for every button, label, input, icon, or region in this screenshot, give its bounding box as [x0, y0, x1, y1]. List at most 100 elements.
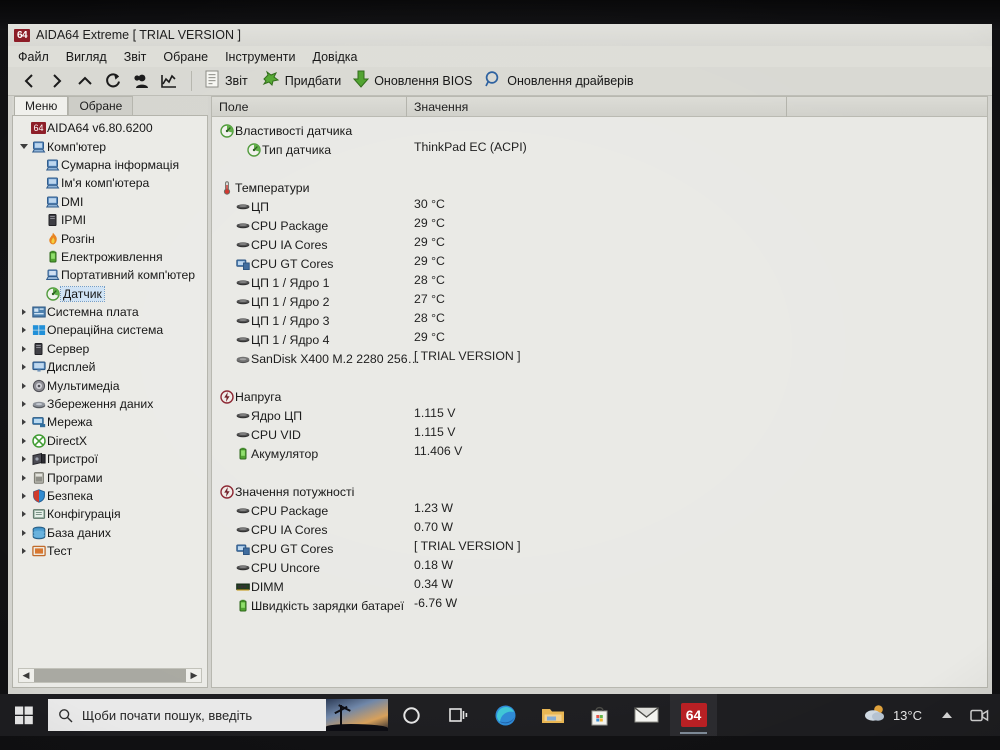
- sensor-row[interactable]: Тип датчика ThinkPad EC (ACPI): [212, 140, 987, 159]
- tree-expander[interactable]: [17, 548, 30, 555]
- up-arrow-icon[interactable]: [72, 69, 98, 94]
- tree-collapser[interactable]: [17, 144, 30, 150]
- tree-expander[interactable]: [17, 419, 30, 426]
- bios-update-button[interactable]: Оновлення BIOS: [350, 69, 479, 94]
- sensor-row[interactable]: ЦП 30 °C: [212, 197, 987, 216]
- sensor-row[interactable]: SanDisk X400 M.2 2280 256…[ TRIAL VERSIO…: [212, 349, 987, 368]
- tree-item-15[interactable]: Мережа: [13, 413, 207, 431]
- edge-browser-icon[interactable]: [482, 694, 529, 736]
- search-input[interactable]: Щоби почати пошук, введіть: [48, 699, 388, 731]
- sensor-list-body[interactable]: Властивості датчика Тип датчика ThinkPad E…: [212, 117, 987, 687]
- menu-tools[interactable]: Інструменти: [225, 50, 295, 64]
- driver-update-button[interactable]: Оновлення драйверів: [481, 69, 640, 94]
- tree-expander[interactable]: [17, 511, 30, 518]
- tree-item-6[interactable]: Електроживлення: [13, 248, 207, 266]
- tab-menu[interactable]: Меню: [14, 96, 69, 115]
- sensor-row[interactable]: DIMM 0.34 W: [212, 577, 987, 596]
- file-explorer-icon[interactable]: [529, 694, 576, 736]
- sensor-row[interactable]: CPU Uncore 0.18 W: [212, 558, 987, 577]
- sensor-row[interactable]: CPU GT Cores 29 °C: [212, 254, 987, 273]
- tree-item-3[interactable]: DMI: [13, 193, 207, 211]
- refresh-icon[interactable]: [100, 69, 126, 94]
- tree-horizontal-scrollbar[interactable]: ◀ ▶: [18, 668, 202, 683]
- mail-icon[interactable]: [623, 694, 670, 736]
- tree-item-13[interactable]: Мультимедіа: [13, 376, 207, 394]
- menu-favorites[interactable]: Обране: [163, 50, 208, 64]
- report-button[interactable]: Звіт: [201, 69, 255, 94]
- sensor-row[interactable]: CPU VID 1.115 V: [212, 425, 987, 444]
- tree-expander[interactable]: [17, 474, 30, 481]
- cortana-circle-icon[interactable]: [388, 694, 435, 736]
- tab-favorites[interactable]: Обране: [68, 96, 134, 115]
- sensor-row[interactable]: CPU GT Cores [ TRIAL VERSION ]: [212, 539, 987, 558]
- tree-item-12[interactable]: Дисплей: [13, 358, 207, 376]
- tree-item-19[interactable]: Безпека: [13, 487, 207, 505]
- sensor-row[interactable]: Ядро ЦП 1.115 V: [212, 406, 987, 425]
- menu-report[interactable]: Звіт: [124, 50, 147, 64]
- weather-widget[interactable]: 13°C: [855, 703, 930, 728]
- tree-item-17[interactable]: Пристрої: [13, 450, 207, 468]
- tree-item-14[interactable]: Збереження даних: [13, 395, 207, 413]
- tree-item-10[interactable]: Операційна система: [13, 321, 207, 339]
- sensor-row[interactable]: ЦП 1 / Ядро 1 28 °C: [212, 273, 987, 292]
- tree-expander[interactable]: [17, 493, 30, 499]
- user-icon[interactable]: [128, 69, 154, 94]
- sensor-group-row[interactable]: Температури: [212, 178, 987, 197]
- sensor-group-row[interactable]: Властивості датчика: [212, 121, 987, 140]
- tree-expander[interactable]: [17, 529, 30, 536]
- scroll-left-arrow-icon[interactable]: ◀: [19, 669, 33, 682]
- menu-help[interactable]: Довідка: [313, 50, 358, 64]
- tree-expander[interactable]: [17, 345, 30, 352]
- aida64-icon[interactable]: 64: [670, 694, 717, 736]
- tree-item-0[interactable]: Комп'ютер: [13, 137, 207, 155]
- sensor-row[interactable]: ЦП 1 / Ядро 4 29 °C: [212, 330, 987, 349]
- tree-item-7[interactable]: Портативний комп'ютер: [13, 266, 207, 284]
- sensor-row[interactable]: ЦП 1 / Ядро 2 27 °C: [212, 292, 987, 311]
- forward-arrow-icon[interactable]: [44, 69, 70, 94]
- show-hidden-icons-chevron[interactable]: [932, 694, 962, 736]
- tree-item-2[interactable]: Ім'я комп'ютера: [13, 174, 207, 192]
- scroll-right-arrow-icon[interactable]: ▶: [187, 669, 201, 682]
- tree-item-16[interactable]: DirectX: [13, 432, 207, 450]
- tree-item-20[interactable]: Конфігурація: [13, 505, 207, 523]
- sensor-row[interactable]: CPU Package 29 °C: [212, 216, 987, 235]
- sensor-row[interactable]: Швидкість зарядки батареї -6.76 W: [212, 596, 987, 615]
- scroll-thumb[interactable]: [34, 669, 186, 682]
- sensor-row[interactable]: ЦП 1 / Ядро 3 28 °C: [212, 311, 987, 330]
- windows-start-icon[interactable]: [0, 694, 48, 736]
- menu-file[interactable]: Файл: [18, 50, 49, 64]
- tree-item-21[interactable]: База даних: [13, 524, 207, 542]
- microsoft-store-icon[interactable]: [576, 694, 623, 736]
- tree-root-row[interactable]: 64 AIDA64 v6.80.6200: [13, 119, 207, 137]
- back-arrow-icon[interactable]: [16, 69, 42, 94]
- task-view-icon[interactable]: [435, 694, 482, 736]
- chart-icon[interactable]: [156, 69, 182, 94]
- tree-item-22[interactable]: Тест: [13, 542, 207, 560]
- tree-expander[interactable]: [17, 456, 30, 463]
- menu-view[interactable]: Вигляд: [66, 50, 107, 64]
- tree-expander[interactable]: [17, 437, 30, 444]
- tree-expander[interactable]: [17, 309, 30, 316]
- sensor-group-row[interactable]: Напруга: [212, 387, 987, 406]
- tree-item-11[interactable]: Сервер: [13, 340, 207, 358]
- tree-item-8[interactable]: Датчик: [13, 285, 207, 303]
- sensor-group-row[interactable]: Значення потужності: [212, 482, 987, 501]
- tree-expander[interactable]: [17, 401, 30, 408]
- meet-now-icon[interactable]: [964, 694, 994, 736]
- purchase-button[interactable]: Придбати: [257, 69, 348, 94]
- tree-item-5[interactable]: Розгін: [13, 229, 207, 247]
- tree-expander[interactable]: [17, 327, 30, 334]
- tree-item-1[interactable]: Сумарна інформація: [13, 156, 207, 174]
- sensor-row[interactable]: CPU Package 1.23 W: [212, 501, 987, 520]
- sensor-row[interactable]: Акумулятор 11.406 V: [212, 444, 987, 463]
- tree-item-9[interactable]: Системна плата: [13, 303, 207, 321]
- tree-item-4[interactable]: IPMI: [13, 211, 207, 229]
- column-header-value[interactable]: Значення: [407, 96, 787, 117]
- sensor-row[interactable]: CPU IA Cores 0.70 W: [212, 520, 987, 539]
- tree-expander[interactable]: [17, 382, 30, 389]
- tree-expander[interactable]: [17, 364, 30, 371]
- tree-item-18[interactable]: Програми: [13, 468, 207, 486]
- sensor-row[interactable]: CPU IA Cores 29 °C: [212, 235, 987, 254]
- column-header-field[interactable]: Поле: [212, 96, 407, 117]
- tree-scroll-area[interactable]: 64 AIDA64 v6.80.6200 Комп'ютер Сумарна ін…: [12, 115, 208, 688]
